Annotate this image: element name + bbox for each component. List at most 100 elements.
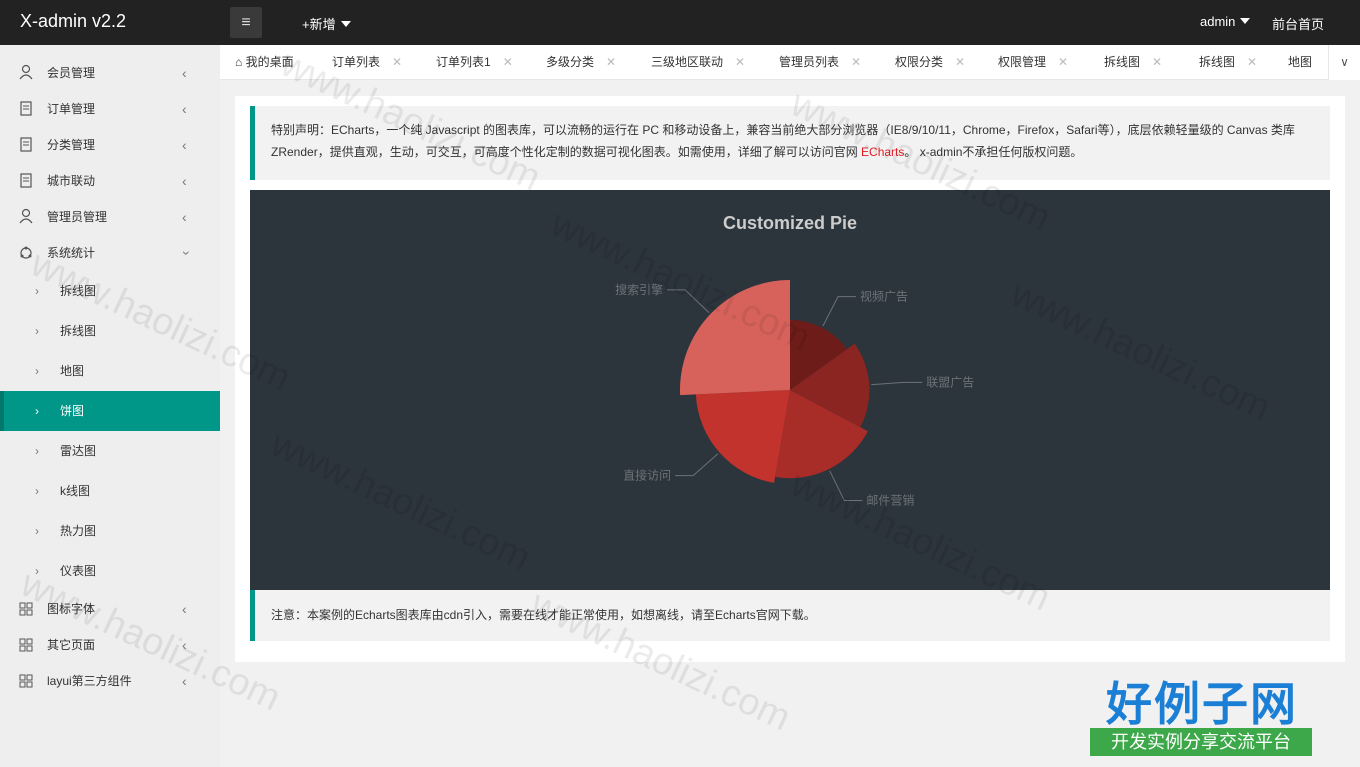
slice-label: 联盟广告: [926, 375, 974, 389]
sidebar-item-stats[interactable]: 系统统计 ‹: [0, 235, 220, 271]
sidebar-item-icon-fonts[interactable]: 图标字体 ‹: [0, 591, 220, 627]
caret-down-icon: [340, 21, 351, 27]
pie-slice[interactable]: [680, 280, 790, 396]
chevron-right-icon: ›: [35, 484, 39, 498]
close-icon[interactable]: ✕: [606, 55, 616, 69]
chevron-left-icon: ‹: [182, 137, 187, 153]
front-page-link[interactable]: 前台首页: [1272, 14, 1324, 33]
tab-home[interactable]: ⌂ 我的桌面: [235, 45, 294, 79]
notice-text-end: 。 x-admin不承担任何版权问题。: [904, 145, 1083, 159]
chevron-left-icon: ‹: [182, 173, 187, 189]
sidebar-item-city[interactable]: 城市联动 ‹: [0, 163, 220, 199]
home-icon: ⌂: [235, 55, 246, 69]
sidebar-subitem-pie[interactable]: › 饼图: [0, 391, 220, 431]
order-icon: [18, 91, 34, 127]
sidebar-item-orders[interactable]: 订单管理 ‹: [0, 91, 220, 127]
sidebar-item-layui[interactable]: layui第三方组件 ‹: [0, 663, 220, 699]
chevron-down-icon: ∨: [1340, 55, 1349, 69]
tab-label: 三级地区联动: [651, 55, 724, 69]
tab-regions[interactable]: 三级地区联动 ✕: [651, 45, 745, 79]
sidebar-item-label: 其它页面: [47, 638, 96, 652]
pie-chart-container: Customized Pie 视频广告 联盟广告 邮件营销 直接访问 搜索引擎: [250, 190, 1330, 590]
chevron-right-icon: ›: [35, 444, 39, 458]
chevron-right-icon: ›: [35, 404, 39, 418]
tab-map[interactable]: 地图: [1288, 45, 1313, 79]
close-icon[interactable]: ✕: [955, 55, 965, 69]
close-icon[interactable]: ✕: [1058, 55, 1068, 69]
top-header: X-admin v2.2 ≡ +新增 admin 前台首页: [0, 0, 1360, 45]
sidebar-subitem-label: 拆线图: [60, 324, 97, 338]
slice-label: 搜索引擎: [615, 282, 663, 297]
pie-slice[interactable]: [695, 390, 790, 483]
chevron-left-icon: ‹: [182, 637, 187, 653]
chart-icon: [18, 235, 34, 271]
tab-label: 订单列表: [332, 55, 381, 69]
sidebar-item-label: 系统统计: [47, 246, 96, 260]
close-icon[interactable]: ✕: [392, 55, 402, 69]
tab-perm-mgmt[interactable]: 权限管理 ✕: [998, 45, 1068, 79]
tab-label: 多级分类: [546, 55, 595, 69]
sidebar-subitem-kline[interactable]: › k线图: [0, 471, 220, 511]
tab-categories[interactable]: 多级分类 ✕: [546, 45, 616, 79]
grid-icon: [18, 663, 34, 699]
chevron-down-icon: ‹: [176, 250, 193, 256]
chart-title: Customized Pie: [723, 213, 857, 233]
user-name: admin: [1200, 14, 1236, 29]
chevron-left-icon: ‹: [182, 673, 187, 689]
tab-line2[interactable]: 拆线图 ✕: [1199, 45, 1257, 79]
echarts-link[interactable]: ECharts: [861, 145, 904, 159]
sidebar-item-label: 图标字体: [47, 602, 96, 616]
sidebar-subitem-line2[interactable]: › 拆线图: [0, 311, 220, 351]
slice-label: 直接访问: [623, 468, 671, 483]
user-menu[interactable]: admin: [1200, 14, 1251, 29]
tab-admins[interactable]: 管理员列表 ✕: [779, 45, 861, 79]
close-icon[interactable]: ✕: [1152, 55, 1162, 69]
app-logo[interactable]: X-admin v2.2: [20, 11, 126, 32]
close-icon[interactable]: ✕: [503, 55, 513, 69]
close-icon[interactable]: ✕: [1247, 55, 1257, 69]
add-new-dropdown[interactable]: +新增: [302, 14, 351, 33]
cdn-notice: 注意：本案例的Echarts图表库由cdn引入，需要在线才能正常使用，如想离线，…: [250, 590, 1330, 641]
chevron-right-icon: ›: [35, 324, 39, 338]
sidebar-subitem-label: 拆线图: [60, 284, 97, 298]
order-icon: [18, 127, 34, 163]
hamburger-icon: ≡: [241, 14, 251, 31]
sidebar-item-other-pages[interactable]: 其它页面 ‹: [0, 627, 220, 663]
chevron-right-icon: ›: [35, 524, 39, 538]
sidebar-subitem-label: 雷达图: [60, 444, 97, 458]
grid-icon: [18, 591, 34, 627]
sidebar-item-label: 城市联动: [47, 174, 96, 188]
tab-bar: ⌂ 我的桌面 订单列表 ✕ 订单列表1 ✕ 多级分类 ✕ 三级地区联动 ✕ 管理员列表 ✕…: [220, 45, 1360, 80]
chevron-left-icon: ‹: [182, 101, 187, 117]
label-line: [829, 470, 863, 502]
tab-orders[interactable]: 订单列表 ✕: [332, 45, 402, 79]
sidebar-subitem-line1[interactable]: › 拆线图: [0, 271, 220, 311]
sidebar: 会员管理 ‹ 订单管理 ‹ 分类管理 ‹ 城市联动 ‹ 管理员管理 ‹ 系统统计…: [0, 45, 220, 767]
tab-perm-cat[interactable]: 权限分类 ✕: [895, 45, 965, 79]
tab-line1[interactable]: 拆线图 ✕: [1104, 45, 1162, 79]
sidebar-item-label: layui第三方组件: [47, 674, 132, 688]
label-line: [667, 289, 710, 314]
sidebar-item-members[interactable]: 会员管理 ‹: [0, 55, 220, 91]
tab-orders1[interactable]: 订单列表1 ✕: [436, 45, 513, 79]
tab-label: 我的桌面: [245, 55, 294, 69]
sidebar-item-admins[interactable]: 管理员管理 ‹: [0, 199, 220, 235]
logo-subtitle: 开发实例分享交流平台: [1090, 728, 1312, 756]
close-icon[interactable]: ✕: [851, 55, 861, 69]
menu-toggle-button[interactable]: ≡: [230, 7, 262, 38]
tab-label: 地图: [1288, 55, 1313, 69]
tab-label: 权限管理: [998, 55, 1047, 69]
pie-chart: Customized Pie 视频广告联盟广告邮件营销 直接访问 搜索引擎: [615, 213, 974, 508]
tab-more-button[interactable]: ∨: [1328, 45, 1360, 80]
sidebar-subitem-map[interactable]: › 地图: [0, 351, 220, 391]
sidebar-subitem-radar[interactable]: › 雷达图: [0, 431, 220, 471]
sidebar-subitem-gauge[interactable]: › 仪表图: [0, 551, 220, 591]
close-icon[interactable]: ✕: [735, 55, 745, 69]
user-icon: [18, 199, 34, 235]
sidebar-subitem-label: 热力图: [60, 524, 97, 538]
echarts-notice: 特别声明：ECharts，一个纯 Javascript 的图表库，可以流畅的运行…: [250, 106, 1330, 180]
sidebar-subitem-heatmap[interactable]: › 热力图: [0, 511, 220, 551]
sidebar-item-categories[interactable]: 分类管理 ‹: [0, 127, 220, 163]
chevron-right-icon: ›: [35, 564, 39, 578]
tab-label: 管理员列表: [779, 55, 840, 69]
